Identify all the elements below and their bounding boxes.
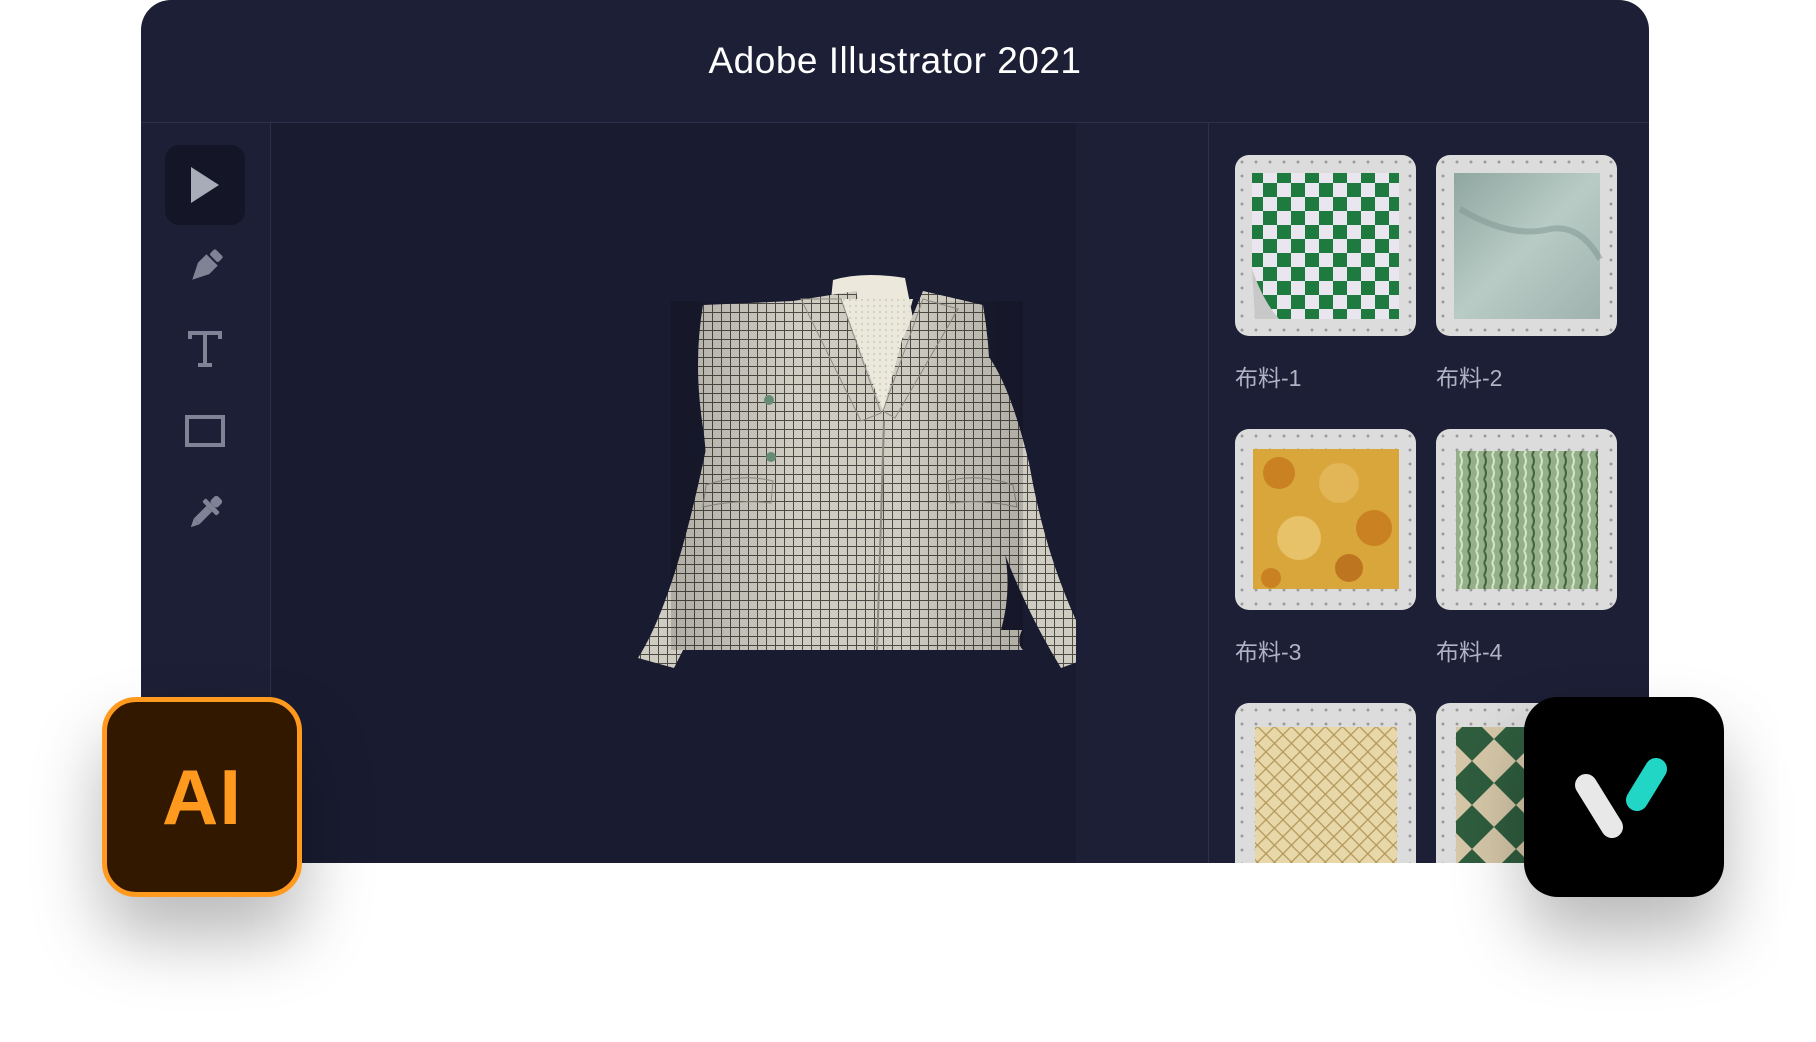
- fabric-label-3: 布料-3: [1235, 639, 1302, 665]
- rectangle-tool-icon: [185, 415, 225, 447]
- fabric-thumbnail: [1252, 173, 1399, 319]
- app-window: Adobe Illustrator 2021 布料-1 布料-2 布料-3 布料…: [141, 0, 1649, 863]
- fabric-thumbnail: [1255, 727, 1397, 863]
- v-logo-icon: [1575, 758, 1667, 838]
- fabric-thumbnail: [1253, 449, 1399, 589]
- fabric-swatch-4[interactable]: [1436, 429, 1617, 610]
- illustrator-logo-text: AI: [162, 752, 242, 841]
- fabric-label-2: 布料-2: [1436, 365, 1503, 391]
- fabric-label-1: 布料-1: [1235, 365, 1302, 391]
- pen-tool-icon: [192, 249, 223, 280]
- artboard-canvas[interactable]: [271, 123, 1094, 863]
- selection-arrow-icon: [191, 167, 219, 203]
- blazer-artwork: [638, 274, 1094, 668]
- fabric-thumbnail: [1454, 173, 1603, 319]
- fabric-swatch-1[interactable]: [1235, 155, 1416, 336]
- pen-tool-button[interactable]: [165, 227, 245, 307]
- selection-tool-button[interactable]: [165, 145, 245, 225]
- illustrator-app-badge: AI: [102, 697, 302, 897]
- fabric-swatch-2[interactable]: [1436, 155, 1617, 336]
- type-tool-button[interactable]: [165, 309, 245, 389]
- v-app-badge: [1524, 697, 1724, 897]
- fabric-swatch-5[interactable]: [1235, 703, 1416, 863]
- title-bar: Adobe Illustrator 2021: [141, 0, 1649, 123]
- rectangle-tool-button[interactable]: [165, 391, 245, 471]
- eyedropper-icon: [190, 495, 223, 528]
- type-tool-icon: [188, 331, 222, 367]
- window-title: Adobe Illustrator 2021: [708, 40, 1082, 81]
- fabric-thumbnail: [1456, 451, 1598, 589]
- fabric-swatch-3[interactable]: [1235, 429, 1416, 610]
- fabric-label-4: 布料-4: [1436, 639, 1503, 665]
- eyedropper-tool-button[interactable]: [165, 473, 245, 553]
